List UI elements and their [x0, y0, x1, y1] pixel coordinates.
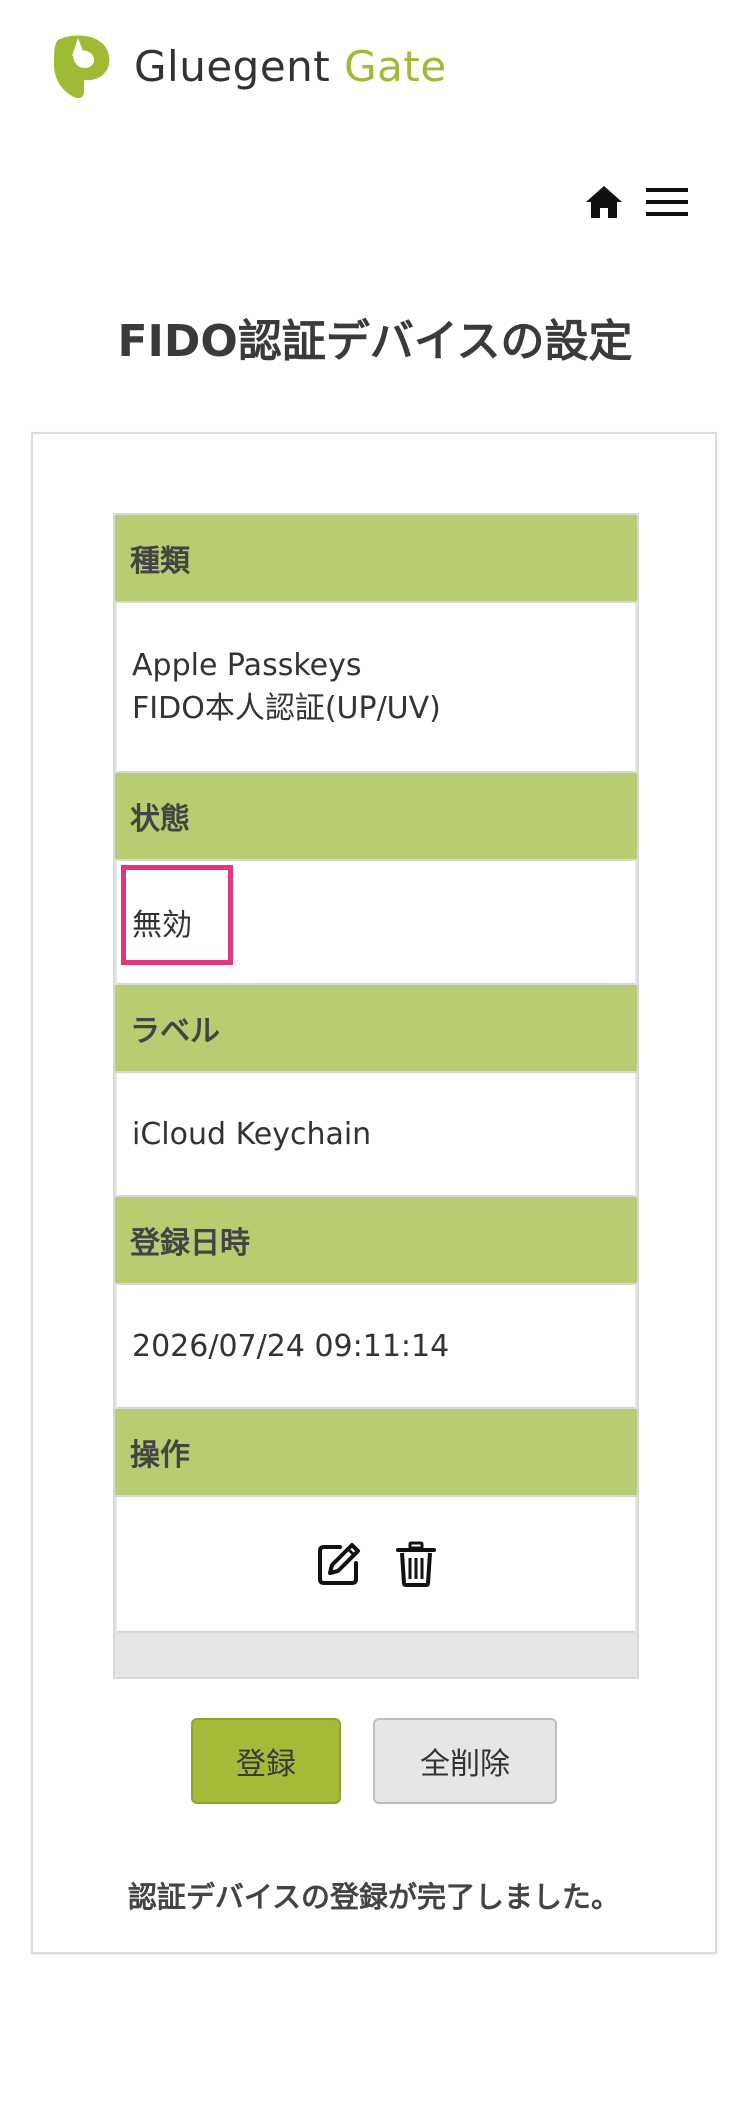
label-header: ラベル	[115, 985, 637, 1073]
brand-name: Gluegent Gate	[134, 42, 447, 91]
brand-name-part1: Gluegent	[134, 41, 331, 91]
completion-message: 認証デバイスの登録が完了しました。	[127, 1880, 621, 1914]
label-value: iCloud Keychain	[117, 1073, 635, 1197]
type-value-line1: Apple Passkeys	[132, 648, 362, 683]
app-header: Gluegent Gate	[44, 30, 447, 102]
type-header: 種類	[115, 515, 637, 603]
action-buttons: 登録 全削除	[33, 1718, 715, 1804]
status-cell: 無効	[117, 861, 635, 985]
device-settings-card: 種類 Apple Passkeys FIDO本人認証(UP/UV) 状態 無効 …	[31, 432, 717, 1954]
home-icon[interactable]	[584, 184, 624, 220]
trash-icon[interactable]	[396, 1541, 436, 1587]
edit-icon[interactable]	[316, 1541, 362, 1587]
device-table: 種類 Apple Passkeys FIDO本人認証(UP/UV) 状態 無効 …	[113, 513, 639, 1679]
status-value: 無効	[132, 908, 192, 943]
status-header: 状態	[115, 773, 637, 861]
delete-all-button[interactable]: 全削除	[373, 1718, 557, 1804]
page-title: FIDO認証デバイスの設定	[117, 316, 633, 367]
brand-name-part2: Gate	[344, 41, 447, 91]
hamburger-menu-icon[interactable]	[646, 187, 688, 217]
actions-header: 操作	[115, 1409, 637, 1497]
registered-header: 登録日時	[115, 1197, 637, 1285]
top-nav	[584, 184, 688, 220]
type-value: Apple Passkeys FIDO本人認証(UP/UV)	[117, 603, 635, 773]
type-value-line2: FIDO本人認証(UP/UV)	[132, 691, 441, 726]
gluegent-logo-icon	[54, 35, 110, 99]
actions-cell	[117, 1497, 635, 1633]
registered-value: 2026/07/24 09:11:14	[117, 1285, 635, 1409]
register-button[interactable]: 登録	[191, 1718, 341, 1804]
